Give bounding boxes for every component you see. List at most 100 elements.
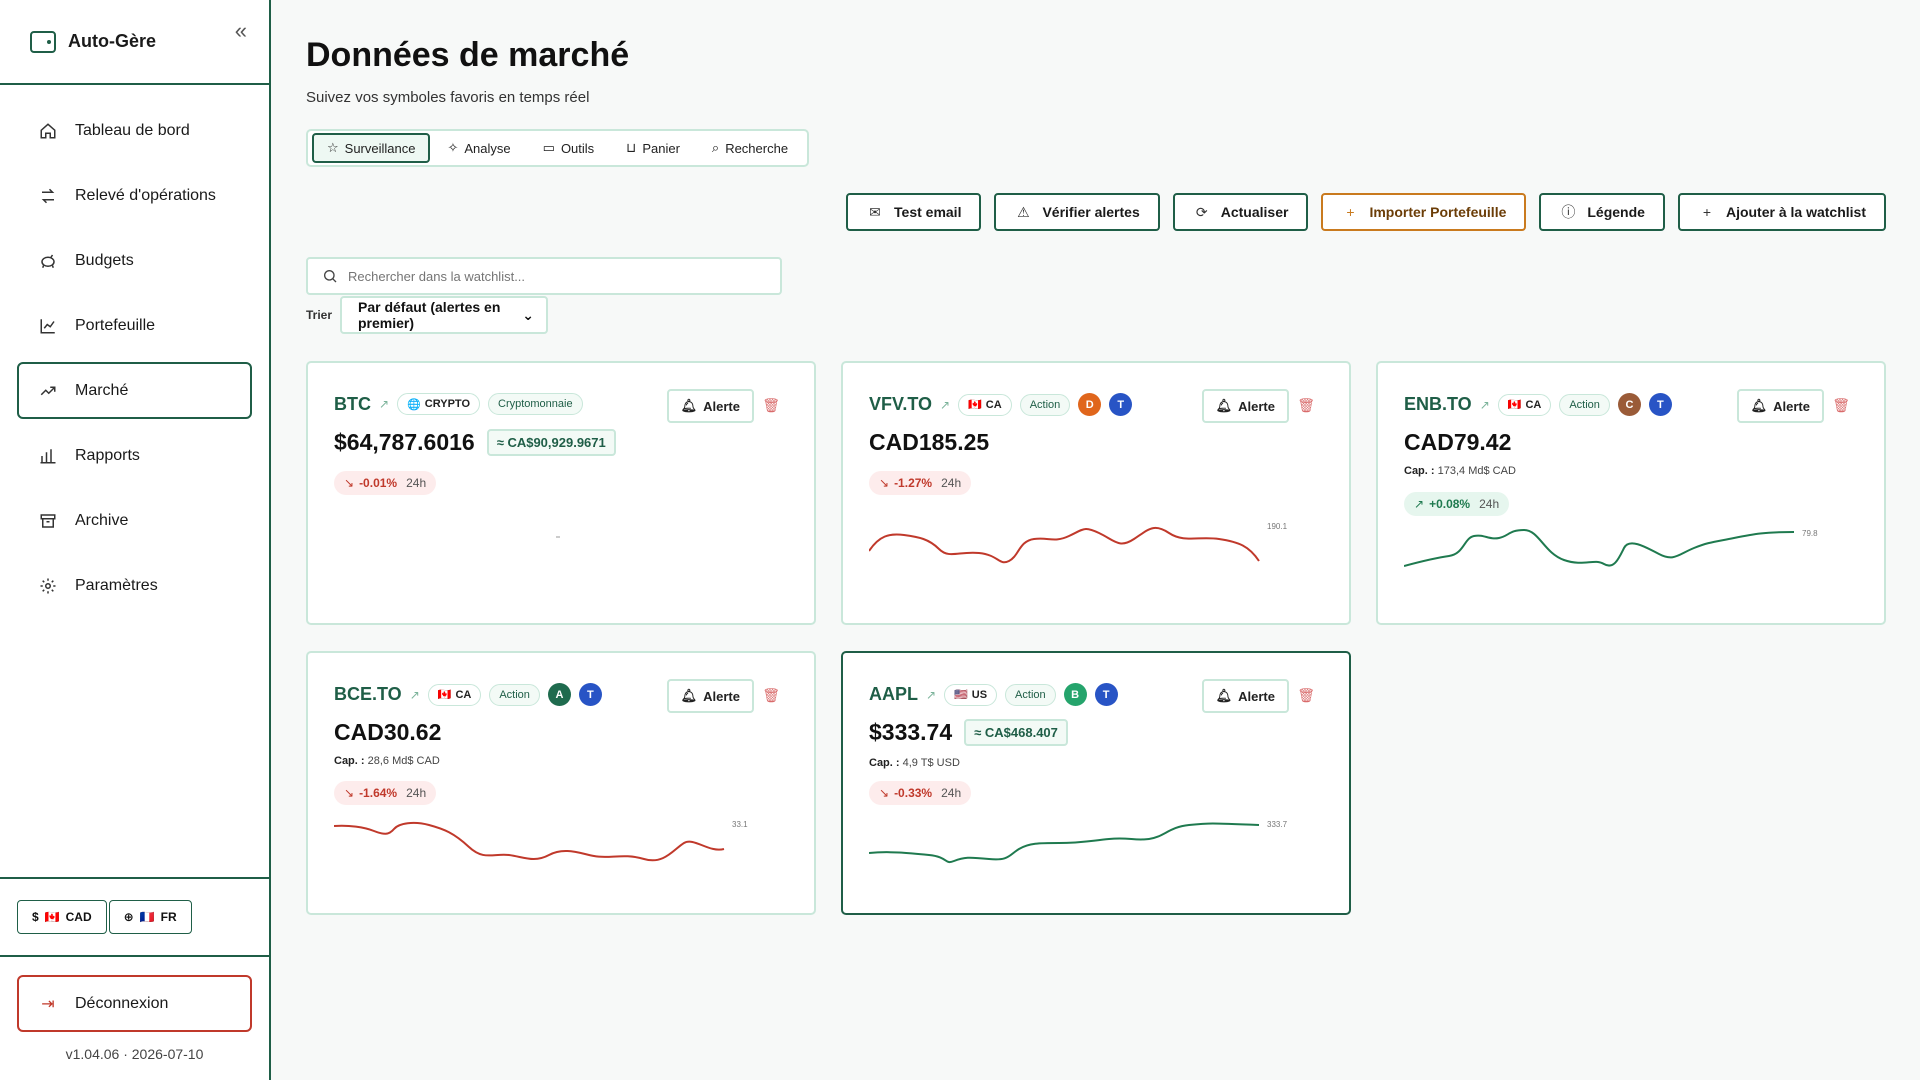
sidebar-item-portfolio[interactable]: Portefeuille xyxy=(17,297,252,354)
alert-button[interactable]: 🔔︎ Alerte xyxy=(1736,389,1824,423)
external-link-icon[interactable]: ↗ xyxy=(940,398,950,412)
cap-value: 28,6 Md$ CAD xyxy=(367,755,440,767)
avatar: D xyxy=(1078,393,1102,416)
price: CAD79.42 xyxy=(1404,429,1512,455)
watchlist-card-enb[interactable]: ENB.TO ↗ 🇨🇦 CA Action C T 🔔︎ Alerte 🗑︎ CAD… xyxy=(1376,361,1886,625)
cap-label: Cap. : xyxy=(869,757,900,769)
card-header: AAPL ↗ 🇺🇸 US Action B T xyxy=(869,683,1118,706)
sparkline-line xyxy=(869,822,1260,864)
chevron-down-icon: ⌄ xyxy=(522,306,534,323)
logout-icon: ⇥ xyxy=(41,995,55,1013)
ticker-link[interactable]: AAPL xyxy=(869,684,918,705)
sort-select[interactable]: Par défaut (alertes en premier) ⌄ xyxy=(340,296,548,334)
alert-label: Alerte xyxy=(703,398,740,414)
price-row: $64,787.6016 ≈ CA$90,929.9671 xyxy=(334,429,616,456)
alert-button[interactable]: 🔔︎ Alerte xyxy=(666,389,754,423)
sidebar-item-market[interactable]: Marché xyxy=(17,362,252,419)
star-icon: ☆ xyxy=(327,140,339,155)
tab-outils[interactable]: ▭ Outils xyxy=(528,133,610,163)
external-link-icon[interactable]: ↗ xyxy=(926,688,936,702)
plus-icon: + xyxy=(1702,204,1712,220)
watchlist-card-aapl[interactable]: AAPL ↗ 🇺🇸 US Action B T 🔔︎ Alerte 🗑︎ $333.… xyxy=(841,651,1351,915)
sidebar-item-dashboard[interactable]: Tableau de bord xyxy=(17,102,252,159)
mail-icon: ✉ xyxy=(869,203,881,220)
trending-up-icon: ↗ xyxy=(1414,497,1425,511)
sidebar-item-transactions[interactable]: Relevé d'opérations xyxy=(17,167,252,224)
tab-recherche[interactable]: ⌕ Recherche xyxy=(697,133,803,163)
change-period: 24h xyxy=(1479,497,1500,511)
price: $333.74 xyxy=(869,719,953,745)
trending-down-icon: ↘ xyxy=(879,786,890,800)
price-row: CAD79.42 xyxy=(1404,429,1511,456)
change-period: 24h xyxy=(941,786,962,800)
globe-icon: ⊕ xyxy=(123,910,134,924)
import-portfolio-button[interactable]: + Importer Portefeuille xyxy=(1321,193,1527,231)
sparkline-line xyxy=(334,821,725,862)
sort-label: Trier xyxy=(306,308,333,322)
alert-button[interactable]: 🔔︎ Alerte xyxy=(666,679,754,713)
avatar: A xyxy=(547,683,571,706)
button-label: Actualiser xyxy=(1220,204,1289,220)
trash-icon[interactable]: 🗑︎ xyxy=(1832,397,1850,414)
external-link-icon[interactable]: ↗ xyxy=(1480,398,1490,412)
test-email-button[interactable]: ✉ Test email xyxy=(846,193,982,231)
tab-label: Surveillance xyxy=(344,140,416,156)
change-badge: ↘ -0.01% 24h xyxy=(334,471,437,495)
region-badge: 🌐 CRYPTO xyxy=(397,393,480,415)
archive-icon xyxy=(37,510,59,532)
sidebar-item-archive[interactable]: Archive xyxy=(17,492,252,549)
ticker-link[interactable]: BCE.TO xyxy=(334,684,402,705)
ticker-link[interactable]: ENB.TO xyxy=(1404,394,1472,415)
cap-value: 4,9 T$ USD xyxy=(902,757,960,769)
region-badge: 🇨🇦 CA xyxy=(958,393,1012,416)
watchlist-card-vfv[interactable]: VFV.TO ↗ 🇨🇦 CA Action D T 🔔︎ Alerte 🗑︎ CAD… xyxy=(841,361,1351,625)
sparkline-last-label: 190.1 xyxy=(1267,522,1288,531)
tab-surveillance[interactable]: ☆ Surveillance xyxy=(312,133,431,163)
alert-button[interactable]: 🔔︎ Alerte xyxy=(1201,389,1289,423)
legend-button[interactable]: ⓘ Légende xyxy=(1539,193,1665,231)
ticker-link[interactable]: VFV.TO xyxy=(869,394,932,415)
sidebar-item-label: Budgets xyxy=(75,251,134,269)
trash-icon[interactable]: 🗑︎ xyxy=(1297,687,1315,704)
button-label: Importer Portefeuille xyxy=(1369,204,1507,220)
price: CAD185.25 xyxy=(869,429,990,455)
watchlist-card-bce[interactable]: BCE.TO ↗ 🇨🇦 CA Action A T 🔔︎ Alerte 🗑︎ CAD… xyxy=(306,651,816,915)
external-link-icon[interactable]: ↗ xyxy=(410,688,420,702)
logout-label: Déconnexion xyxy=(75,994,169,1012)
sidebar-item-settings[interactable]: Paramètres xyxy=(17,557,252,614)
trash-icon[interactable]: 🗑︎ xyxy=(762,687,780,704)
change-badge: ↘ -1.64% 24h xyxy=(334,781,437,805)
change-badge: ↘ -1.27% 24h xyxy=(869,471,972,495)
currency-selector[interactable]: $ 🇨🇦 CAD xyxy=(17,900,107,934)
tab-panier[interactable]: ⊔ Panier xyxy=(611,133,695,163)
sidebar-item-reports[interactable]: Rapports xyxy=(17,427,252,484)
sparkline-chart: 333.7 xyxy=(869,820,1288,864)
home-icon xyxy=(37,120,59,142)
language-code: FR xyxy=(160,910,177,924)
sparkle-icon: ✧ xyxy=(447,140,459,155)
alert-button[interactable]: 🔔︎ Alerte xyxy=(1201,679,1289,713)
sparkline-last-label: 33.1 xyxy=(732,820,748,829)
canada-flag-icon: 🇨🇦 xyxy=(968,399,982,411)
trash-icon[interactable]: 🗑︎ xyxy=(1297,397,1315,414)
refresh-icon: ⟳ xyxy=(1195,203,1208,220)
type-badge: Action xyxy=(1005,683,1056,706)
trash-icon[interactable]: 🗑︎ xyxy=(762,397,780,414)
change-period: 24h xyxy=(406,476,427,490)
sidebar-item-budgets[interactable]: Budgets xyxy=(17,232,252,289)
search-input[interactable] xyxy=(348,268,748,284)
logout-button[interactable]: ⇥ Déconnexion xyxy=(17,975,252,1032)
refresh-button[interactable]: ⟳ Actualiser xyxy=(1172,193,1309,231)
add-watchlist-button[interactable]: + Ajouter à la watchlist xyxy=(1677,193,1886,231)
collapse-sidebar-icon[interactable]: « xyxy=(235,18,247,44)
region-label: CA xyxy=(1525,398,1542,411)
watchlist-card-btc[interactable]: BTC ↗ 🌐 CRYPTO Cryptomonnaie 🔔︎ Alerte 🗑︎ … xyxy=(306,361,816,625)
tab-analyse[interactable]: ✧ Analyse xyxy=(432,133,525,163)
external-link-icon[interactable]: ↗ xyxy=(379,397,389,411)
avatar: T xyxy=(578,683,602,706)
change-badge: ↘ -0.33% 24h xyxy=(869,781,972,805)
sidebar-nav: Tableau de bord Relevé d'opérations Budg… xyxy=(0,85,269,614)
check-alerts-button[interactable]: ⚠ Vérifier alertes xyxy=(994,193,1160,231)
language-selector[interactable]: ⊕ 🇫🇷 FR xyxy=(108,900,192,934)
ticker-link[interactable]: BTC xyxy=(334,394,371,415)
